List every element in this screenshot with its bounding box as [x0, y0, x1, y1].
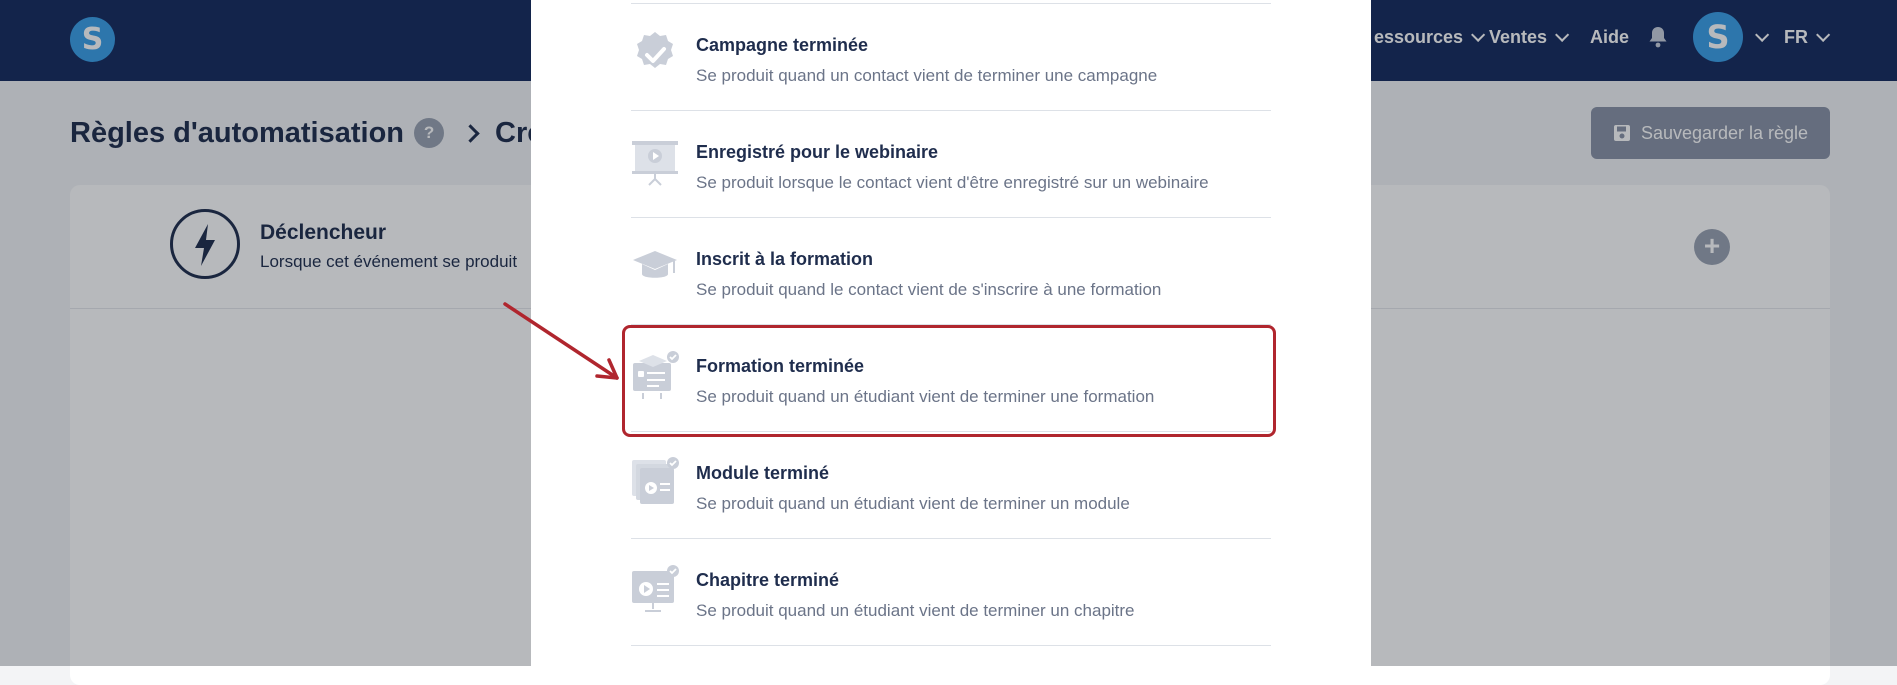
chapter-completed-icon [632, 565, 679, 612]
graduation-cap-icon [633, 251, 677, 278]
highlight-box [622, 325, 1276, 437]
event-description: Se produit quand un étudiant vient de te… [696, 494, 1130, 513]
event-item-chapter-completed[interactable]: Chapitre terminé Se produit quand un étu… [631, 539, 1271, 646]
event-description: Se produit quand un contact vient de ter… [696, 66, 1158, 85]
event-title: Module terminé [696, 463, 830, 483]
event-item-module-completed[interactable]: Module terminé Se produit quand un étudi… [631, 432, 1271, 539]
event-title: Enregistré pour le webinaire [696, 142, 939, 162]
annotation-arrow-icon [503, 302, 619, 380]
event-title: Chapitre terminé [696, 570, 840, 590]
event-description: Se produit lorsque le contact vient d'êt… [696, 173, 1209, 192]
webinar-board-icon [632, 141, 678, 186]
module-completed-icon [632, 457, 679, 504]
event-title: Campagne terminée [696, 35, 869, 55]
event-title: Inscrit à la formation [696, 249, 874, 269]
event-description: Se produit quand le contact vient de s'i… [696, 280, 1162, 299]
badge-check-icon [637, 32, 673, 68]
event-description: Se produit quand un étudiant vient de te… [696, 601, 1135, 620]
event-item-webinar-registered[interactable]: Enregistré pour le webinaire Se produit … [631, 111, 1271, 218]
event-item-course-enrolled[interactable]: Inscrit à la formation Se produit quand … [631, 218, 1271, 325]
event-item-campaign-completed[interactable]: Campagne terminée Se produit quand un co… [631, 4, 1271, 111]
